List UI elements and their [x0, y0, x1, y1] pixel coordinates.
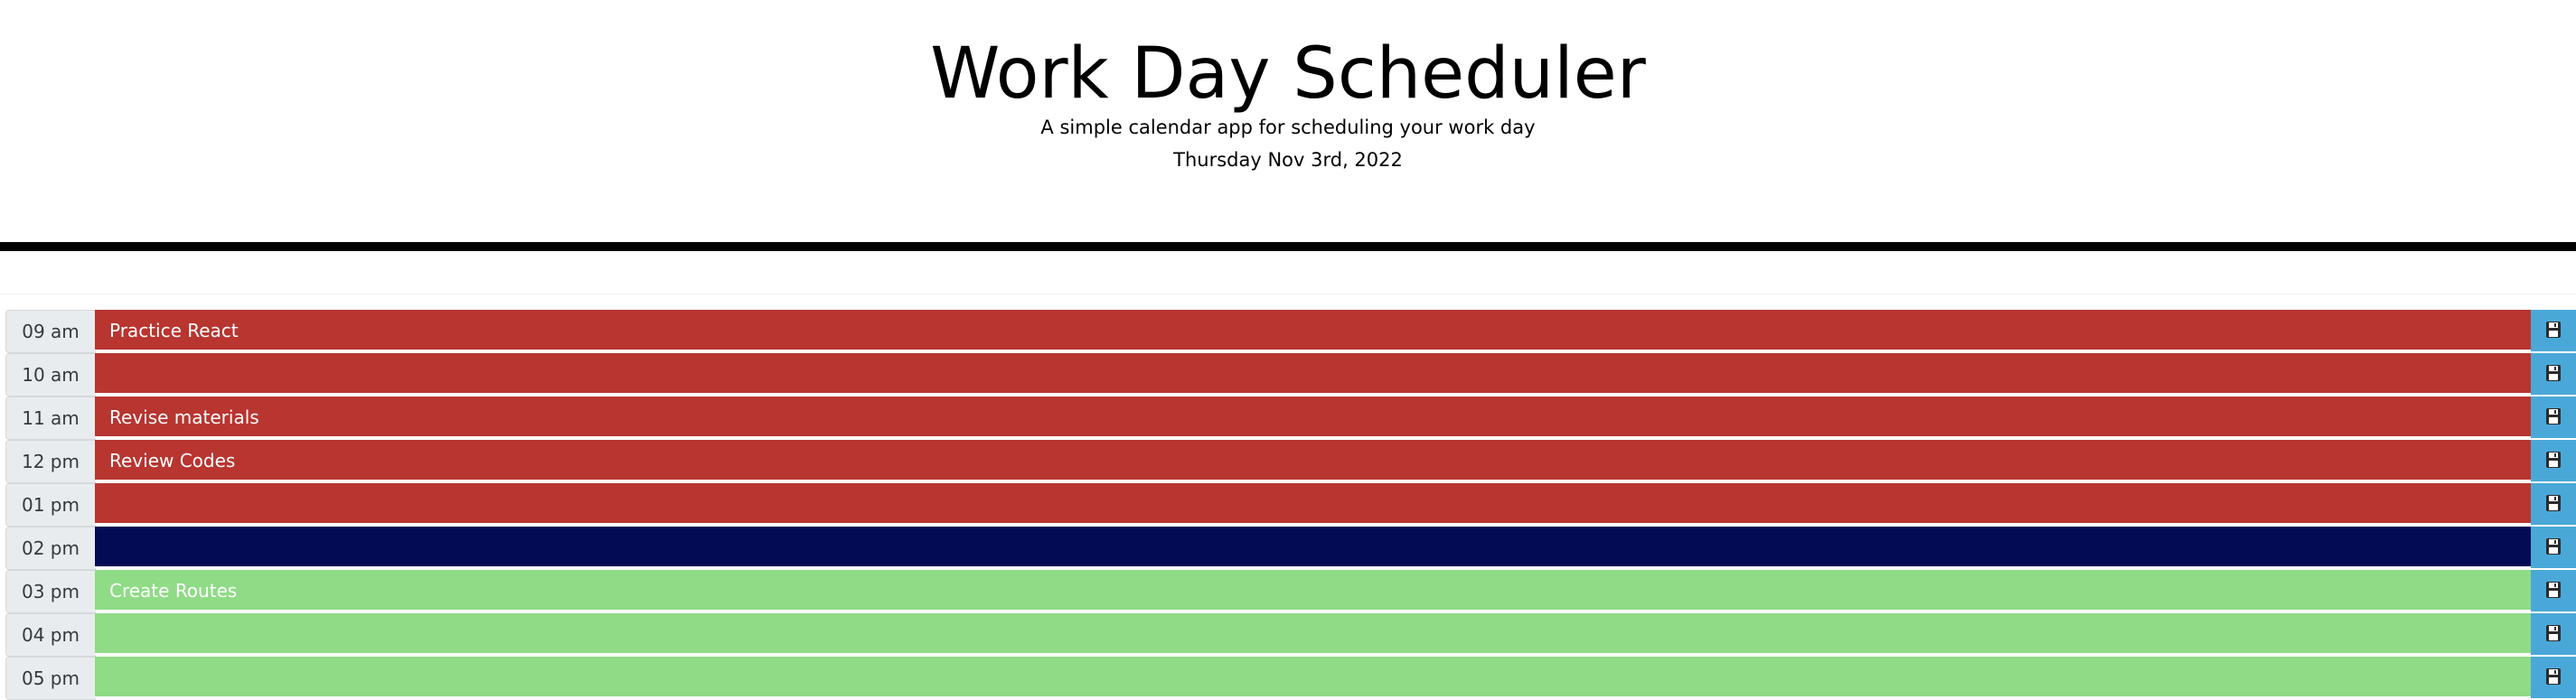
- description-field[interactable]: Revise materials: [95, 397, 2531, 438]
- save-button[interactable]: [2531, 397, 2576, 440]
- save-button[interactable]: [2531, 483, 2576, 527]
- page-subtitle: A simple calendar app for scheduling you…: [1040, 117, 1536, 138]
- time-block: 11 am Revise materials: [0, 397, 2576, 440]
- time-block: 03 pm Create Routes: [0, 570, 2576, 613]
- hour-label: 05 pm: [5, 657, 96, 700]
- description-field[interactable]: Review Codes: [95, 440, 2531, 481]
- description-field[interactable]: [95, 657, 2531, 698]
- hour-label: 09 am: [5, 310, 96, 353]
- save-button[interactable]: [2531, 527, 2576, 570]
- time-block: 05 pm: [0, 657, 2576, 700]
- time-block-list: 09 am Practice React 10 am 11 am Revise …: [0, 310, 2576, 700]
- time-block: 02 pm: [0, 527, 2576, 570]
- description-field[interactable]: [95, 353, 2531, 395]
- save-button[interactable]: [2531, 310, 2576, 353]
- save-button[interactable]: [2531, 353, 2576, 397]
- time-block: 04 pm: [0, 613, 2576, 657]
- time-block: 01 pm: [0, 483, 2576, 527]
- header-divider: [0, 242, 2576, 251]
- description-field[interactable]: Create Routes: [95, 570, 2531, 611]
- hour-label: 10 am: [5, 353, 96, 397]
- hour-label: 12 pm: [5, 440, 96, 483]
- time-block: 09 am Practice React: [0, 310, 2576, 353]
- hour-label: 03 pm: [5, 570, 96, 613]
- hour-label: 04 pm: [5, 613, 96, 657]
- hour-label: 11 am: [5, 397, 96, 440]
- hour-label: 01 pm: [5, 483, 96, 527]
- description-field[interactable]: Practice React: [95, 310, 2531, 351]
- description-field[interactable]: [95, 613, 2531, 655]
- description-field[interactable]: [95, 483, 2531, 525]
- page-header: Work Day Scheduler A simple calendar app…: [0, 0, 2576, 242]
- current-day: Thursday Nov 3rd, 2022: [1173, 149, 1403, 171]
- description-field[interactable]: [95, 527, 2531, 568]
- time-block: 12 pm Review Codes: [0, 440, 2576, 483]
- time-block: 10 am: [0, 353, 2576, 397]
- save-button[interactable]: [2531, 613, 2576, 657]
- save-button[interactable]: [2531, 440, 2576, 483]
- hour-label: 02 pm: [5, 527, 96, 570]
- save-button[interactable]: [2531, 570, 2576, 613]
- save-button[interactable]: [2531, 657, 2576, 700]
- page-title: Work Day Scheduler: [930, 33, 1646, 115]
